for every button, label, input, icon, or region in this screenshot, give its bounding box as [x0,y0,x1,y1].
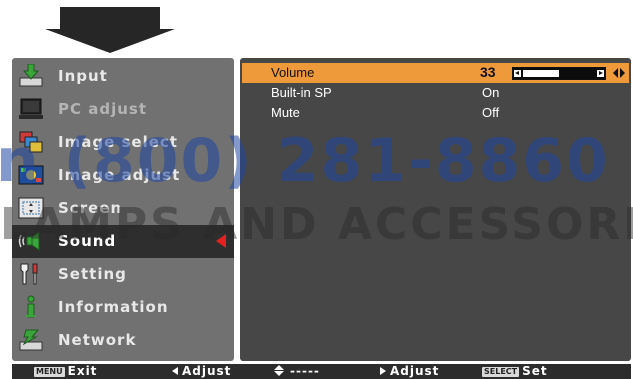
footer-adjust-left: Adjust [172,364,231,379]
menu-item-label: PC adjust [58,100,148,118]
mute-value: Off [482,105,500,120]
select-key-tag: SELECT [482,367,520,377]
menu-item-label: Network [58,331,137,349]
built-in-sp-label: Built-in SP [271,85,332,100]
down-arrow-icon [45,7,175,53]
left-arrow-icon [172,367,178,375]
footer-set: SELECT Set [482,364,548,379]
menu-key-tag: MENU [34,367,65,377]
volume-slider[interactable] [512,67,606,80]
wrench-screwdriver-icon [20,263,38,285]
menu-item-pc-adjust[interactable]: PC adjust [12,93,234,126]
menu-item-label: Sound [58,232,117,250]
menu-item-label: Input [58,67,108,85]
mute-row[interactable]: Mute Off [242,103,629,123]
volume-value: 33 [480,64,496,80]
menu-item-label: Screen [58,199,123,217]
menu-item-image-adjust[interactable]: Image adjust [12,159,234,192]
menu-item-network[interactable]: Network [12,324,234,357]
menu-item-label: Image select [58,133,178,151]
menu-item-label: Information [58,298,169,316]
menu-item-image-select[interactable]: Image select [12,126,234,159]
menu-item-sound[interactable]: Sound [12,225,234,258]
footer-adjust-left-label: Adjust [182,364,232,378]
sound-icon [18,231,40,251]
left-right-arrows-icon [612,66,626,80]
screen-icon [18,197,44,219]
pc-adjust-icon [19,98,43,119]
menu-item-information[interactable]: Information [12,291,234,324]
menu-item-input[interactable]: Input [12,60,234,93]
footer-exit: MENU Exit [34,364,97,379]
input-icon [19,64,43,87]
network-icon [19,329,43,351]
information-icon [26,295,36,318]
footer-updown-label: ----- [290,364,320,378]
footer-updown: ----- [274,364,320,379]
selected-marker-icon [216,234,226,248]
built-in-sp-row[interactable]: Built-in SP On [242,83,629,103]
right-arrow-icon [380,367,386,375]
volume-slider-fill [523,70,559,77]
volume-row[interactable]: Volume 33 [242,63,629,83]
footer-adjust-right-label: Adjust [390,364,440,378]
built-in-sp-value: On [482,85,500,100]
increase-icon [597,70,604,77]
footer-exit-label: Exit [67,364,98,378]
menu-item-label: Image adjust [58,166,181,184]
footer-adjust-right: Adjust [380,364,439,379]
up-down-arrow-icon [274,365,284,376]
image-select-icon [19,131,43,153]
menu-item-screen[interactable]: Screen [12,192,234,225]
volume-label: Volume [271,65,315,80]
footer-set-label: Set [522,364,548,378]
decrease-icon [514,70,521,77]
footer-guide-bar: MENU Exit Adjust ----- Adjust SELECT Set [12,364,631,379]
menu-item-setting[interactable]: Setting [12,258,234,291]
menu-item-label: Setting [58,265,127,283]
image-adjust-icon [18,165,44,185]
sound-settings-panel: Volume 33 Built-in SP On Mute Off [240,58,631,361]
main-menu: Input PC adjust Image select Image adjus… [12,58,234,361]
mute-label: Mute [271,105,300,120]
